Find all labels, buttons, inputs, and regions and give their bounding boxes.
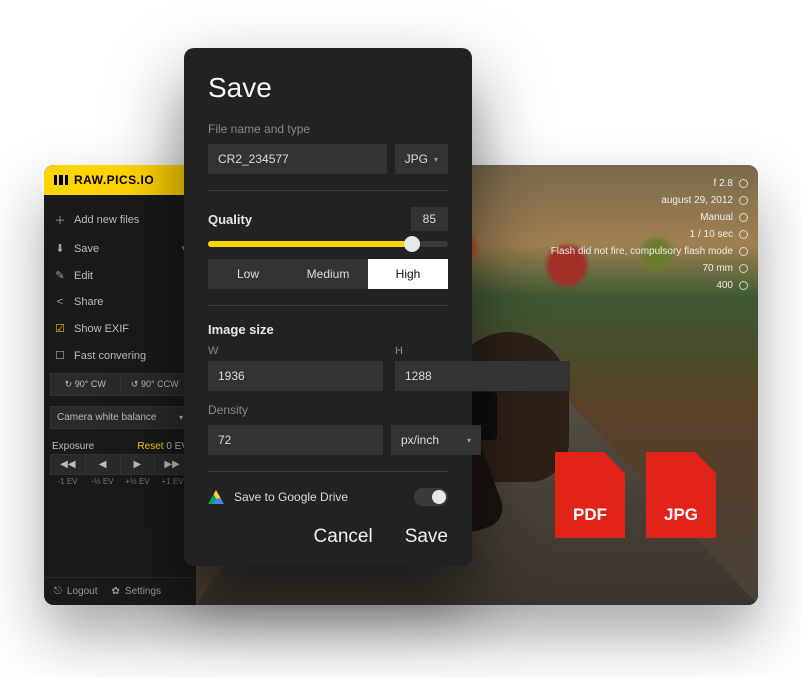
exif-overlay: f 2.8 august 29, 2012 Manual 1 / 10 sec … <box>551 175 748 294</box>
quality-low-button[interactable]: Low <box>208 259 288 289</box>
exposure-stepper: ◀◀ ◀ ▶ ▶▶ <box>44 454 196 475</box>
gear-icon: ✿ <box>112 586 120 597</box>
sidebar-footer: ⎋ Logout ✿ Settings <box>44 577 196 605</box>
save-label: Save <box>74 243 99 255</box>
height-label: H <box>395 345 570 357</box>
rotate-controls: ↻ 90° CW ↺ 90° CCW <box>44 369 196 400</box>
iso-icon <box>739 281 748 290</box>
exposure-header: Exposure Reset 0 EV <box>44 435 196 454</box>
calendar-icon <box>739 196 748 205</box>
chevron-down-icon: ▾ <box>467 436 471 445</box>
sidebar: RAW.PICS.IO ＋ Add new files ⬇ Save ▾ ✎ E… <box>44 165 196 605</box>
save-menu[interactable]: ⬇ Save ▾ <box>44 235 196 262</box>
rotate-cw-button[interactable]: ↻ 90° CW <box>50 373 121 396</box>
quality-value: 85 <box>411 207 448 231</box>
settings-button[interactable]: ✿ Settings <box>112 586 162 597</box>
filename-input[interactable] <box>208 144 387 174</box>
width-input[interactable] <box>208 361 383 391</box>
focal-icon <box>739 264 748 273</box>
cancel-button[interactable]: Cancel <box>314 526 373 548</box>
exif-mode: Manual <box>700 209 733 226</box>
filetype-value: JPG <box>405 152 428 166</box>
checkbox-empty-icon: ☐ <box>54 349 66 362</box>
save-button[interactable]: Save <box>405 526 448 548</box>
chevron-down-icon: ▾ <box>179 413 183 422</box>
fast-convert-toggle[interactable]: ☐ Fast convering <box>44 342 196 369</box>
density-label: Density <box>208 403 448 417</box>
width-label: W <box>208 345 383 357</box>
pdf-label: PDF <box>573 505 607 525</box>
add-files-button[interactable]: ＋ Add new files <box>44 205 196 235</box>
chevron-down-icon: ▾ <box>434 155 438 164</box>
aperture-icon <box>739 179 748 188</box>
exposure-tick-labels: -1 EV -½ EV +½ EV +1 EV <box>44 475 196 488</box>
share-label: Share <box>74 296 103 308</box>
slider-thumb[interactable] <box>404 236 420 252</box>
plus-icon: ＋ <box>54 212 66 228</box>
slider-fill <box>208 241 412 247</box>
image-size-label: Image size <box>208 322 274 337</box>
quality-medium-button[interactable]: Medium <box>288 259 368 289</box>
exposure-label: Exposure <box>52 441 94 452</box>
dialog-title: Save <box>208 72 448 104</box>
edit-button[interactable]: ✎ Edit <box>44 262 196 289</box>
fast-convert-label: Fast convering <box>74 350 146 362</box>
white-balance-select[interactable]: Camera white balance ▾ <box>50 406 190 429</box>
toggle-knob <box>432 490 446 504</box>
app-logo: RAW.PICS.IO <box>44 165 196 195</box>
quality-label: Quality <box>208 212 252 227</box>
share-button[interactable]: < Share <box>44 289 196 315</box>
quality-slider[interactable] <box>208 241 448 247</box>
download-icon: ⬇ <box>54 242 66 255</box>
edit-label: Edit <box>74 270 93 282</box>
exposure-reset[interactable]: Reset 0 EV <box>137 441 188 452</box>
filename-section-label: File name and type <box>208 122 448 136</box>
pencil-icon: ✎ <box>54 269 66 282</box>
logo-text: RAW.PICS.IO <box>74 173 154 187</box>
google-drive-icon <box>208 490 224 504</box>
pdf-file-badge: PDF <box>555 452 625 538</box>
exif-flash: Flash did not fire, compulsory flash mod… <box>551 243 733 260</box>
rotate-ccw-button[interactable]: ↺ 90° CCW <box>121 373 191 396</box>
density-input[interactable] <box>208 425 383 455</box>
logout-label: Logout <box>67 586 98 597</box>
ev-plus-half[interactable]: ▶ <box>121 454 156 475</box>
film-icon <box>54 175 68 185</box>
jpg-file-badge: JPG <box>646 452 716 538</box>
logout-button[interactable]: ⎋ Logout <box>54 586 98 597</box>
ev-minus-1[interactable]: ◀◀ <box>50 454 86 475</box>
add-files-label: Add new files <box>74 214 139 226</box>
quality-high-button[interactable]: High <box>368 259 448 289</box>
checkbox-checked-icon: ☑ <box>54 322 66 335</box>
height-input[interactable] <box>395 361 570 391</box>
exif-date: august 29, 2012 <box>661 192 733 209</box>
exif-aperture: f 2.8 <box>714 175 733 192</box>
flash-icon <box>739 247 748 256</box>
settings-label: Settings <box>125 586 161 597</box>
save-dialog: Save File name and type JPG ▾ Quality 85… <box>184 48 472 566</box>
jpg-label: JPG <box>664 505 698 525</box>
show-exif-label: Show EXIF <box>74 323 129 335</box>
density-unit-select[interactable]: px/inch ▾ <box>391 425 481 455</box>
ev-minus-half[interactable]: ◀ <box>86 454 121 475</box>
wb-value: Camera white balance <box>57 412 157 423</box>
exif-focal: 70 mm <box>702 260 733 277</box>
mode-icon <box>739 213 748 222</box>
shutter-icon <box>739 230 748 239</box>
gdrive-label: Save to Google Drive <box>234 490 348 504</box>
filetype-select[interactable]: JPG ▾ <box>395 144 448 174</box>
quality-preset-segment: Low Medium High <box>208 259 448 289</box>
share-icon: < <box>54 296 66 308</box>
gdrive-toggle[interactable] <box>414 488 448 506</box>
exif-iso: 400 <box>716 277 733 294</box>
logout-icon: ⎋ <box>54 586 62 597</box>
density-unit-value: px/inch <box>401 433 439 447</box>
exif-shutter: 1 / 10 sec <box>690 226 733 243</box>
show-exif-toggle[interactable]: ☑ Show EXIF <box>44 315 196 342</box>
